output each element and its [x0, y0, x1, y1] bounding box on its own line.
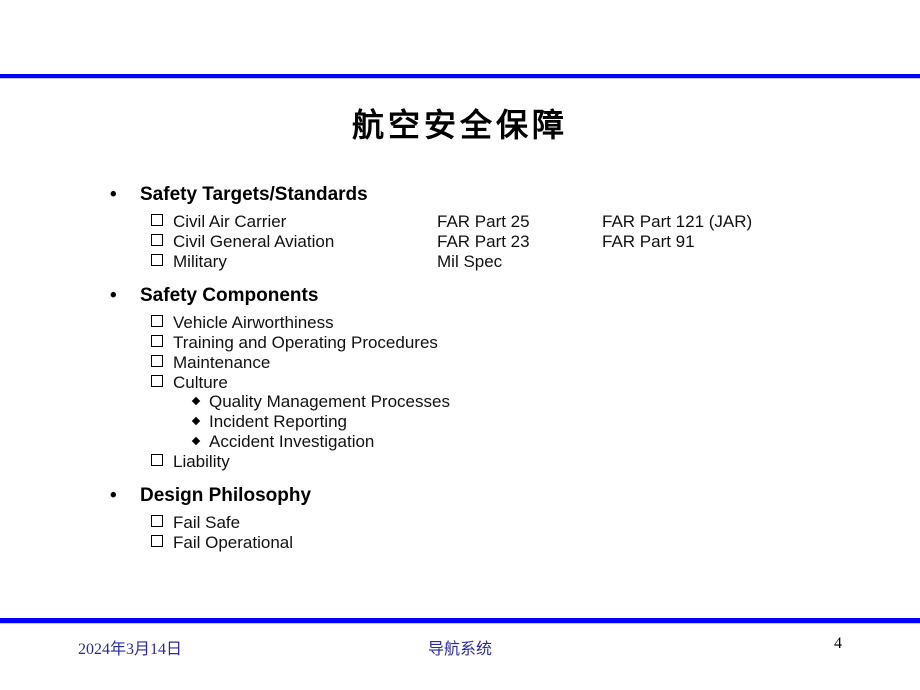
section-heading-text: Safety Targets/Standards — [140, 184, 368, 205]
list-item-label: Fail Operational — [173, 533, 294, 552]
list-item: Military — [151, 252, 227, 272]
standard-col2: Mil Spec — [437, 252, 503, 271]
section-heading: • Safety Components — [110, 285, 318, 307]
square-bullet-icon — [151, 214, 163, 226]
page-number: 4 — [834, 635, 842, 652]
square-bullet-icon — [151, 315, 163, 327]
list-item: Fail Operational — [151, 533, 293, 553]
section-heading-text: Design Philosophy — [140, 485, 312, 506]
list-item: Maintenance — [151, 353, 270, 373]
sub-list-item: Quality Management Processes — [191, 392, 450, 412]
section-heading: • Design Philosophy — [110, 485, 311, 507]
top-rule — [0, 74, 920, 78]
list-item: Liability — [151, 452, 230, 472]
bottom-rule — [0, 618, 920, 623]
square-bullet-icon — [151, 335, 163, 347]
sub-list-item-label: Quality Management Processes — [209, 392, 450, 411]
bullet-icon: • — [110, 285, 117, 306]
section-heading-text: Safety Components — [140, 285, 319, 306]
section-heading: • Safety Targets/Standards — [110, 184, 368, 206]
list-item-label: Vehicle Airworthiness — [173, 313, 334, 332]
list-item-label: Civil Air Carrier — [173, 212, 287, 231]
list-item-label: Military — [173, 252, 227, 271]
diamond-bullet-icon — [191, 436, 201, 446]
list-item: Fail Safe — [151, 513, 240, 533]
list-item-label: Maintenance — [173, 353, 271, 372]
sub-list-item-label: Accident Investigation — [209, 432, 375, 451]
list-item: Culture — [151, 373, 228, 393]
slide-title: 航空安全保障 — [351, 106, 568, 144]
footer-title: 导航系统 — [427, 641, 492, 658]
list-item: Vehicle Airworthiness — [151, 313, 334, 333]
list-item: Civil General Aviation — [151, 232, 334, 252]
diamond-bullet-icon — [191, 416, 201, 426]
square-bullet-icon — [151, 375, 163, 387]
square-bullet-icon — [151, 234, 163, 246]
diamond-bullet-icon — [191, 396, 201, 406]
sub-list-item-label: Incident Reporting — [209, 412, 347, 431]
bullet-icon: • — [110, 485, 117, 506]
list-item-label: Training and Operating Procedures — [173, 333, 438, 352]
standard-col3: FAR Part 91 — [602, 232, 695, 251]
square-bullet-icon — [151, 454, 163, 466]
list-item-label: Civil General Aviation — [173, 232, 335, 251]
square-bullet-icon — [151, 355, 163, 367]
list-item-label: Liability — [173, 452, 230, 471]
square-bullet-icon — [151, 535, 163, 547]
standard-col2: FAR Part 25 — [437, 212, 530, 231]
square-bullet-icon — [151, 515, 163, 527]
standard-col3: FAR Part 121 (JAR) — [602, 212, 753, 231]
square-bullet-icon — [151, 254, 163, 266]
list-item: Training and Operating Procedures — [151, 333, 438, 353]
list-item-label: Fail Safe — [173, 513, 241, 532]
list-item: Civil Air Carrier — [151, 212, 286, 232]
list-item-label: Culture — [173, 373, 228, 392]
standard-col2: FAR Part 23 — [437, 232, 530, 251]
sub-list-item: Accident Investigation — [191, 432, 375, 452]
sub-list-item: Incident Reporting — [191, 412, 347, 432]
bullet-icon: • — [110, 184, 117, 205]
